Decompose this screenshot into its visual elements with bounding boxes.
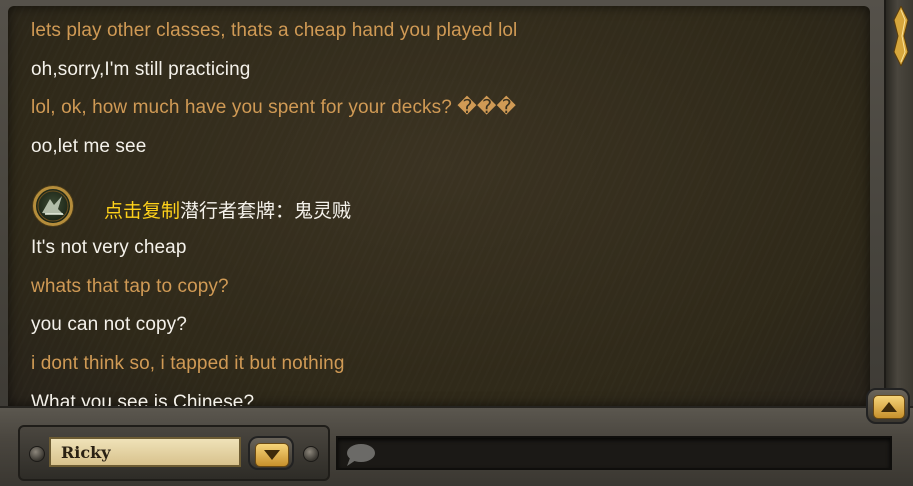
rivet-icon (303, 446, 319, 462)
chat-message: It's not very cheap (31, 237, 187, 258)
tap-to-copy-link[interactable]: 点击复制 (104, 196, 180, 223)
deck-share-message: 点击复制 潜行者套牌：鬼灵贼 (33, 186, 533, 228)
scrollbar-thumb[interactable] (893, 6, 909, 66)
chat-message: oo,let me see (31, 136, 147, 157)
chat-message: i dont think so, i tapped it but nothing (31, 353, 345, 374)
recipient-name-field[interactable]: Ricky (49, 437, 241, 467)
triangle-down-icon (264, 450, 280, 460)
chat-message: oh,sorry,I'm still practicing (31, 59, 251, 80)
chat-message: lets play other classes, thats a cheap h… (31, 20, 518, 41)
chat-message: lol, ok, how much have you spent for you… (31, 97, 517, 118)
scroll-up-button[interactable] (866, 388, 910, 424)
deck-name: 潜行者套牌：鬼灵贼 (180, 201, 352, 222)
chat-message: whats that tap to copy? (31, 276, 229, 297)
chat-message: you can not copy? (31, 314, 187, 335)
triangle-up-icon (881, 402, 897, 412)
recipient-dropdown-button[interactable] (248, 436, 294, 470)
chat-message: What you see is Chinese? (31, 392, 255, 406)
rivet-icon (29, 446, 45, 462)
rogue-deck-icon (33, 186, 73, 226)
chat-log[interactable]: lets play other classes, thats a cheap h… (8, 6, 870, 406)
chat-bubble-icon (347, 444, 375, 466)
message-input[interactable] (336, 436, 892, 470)
